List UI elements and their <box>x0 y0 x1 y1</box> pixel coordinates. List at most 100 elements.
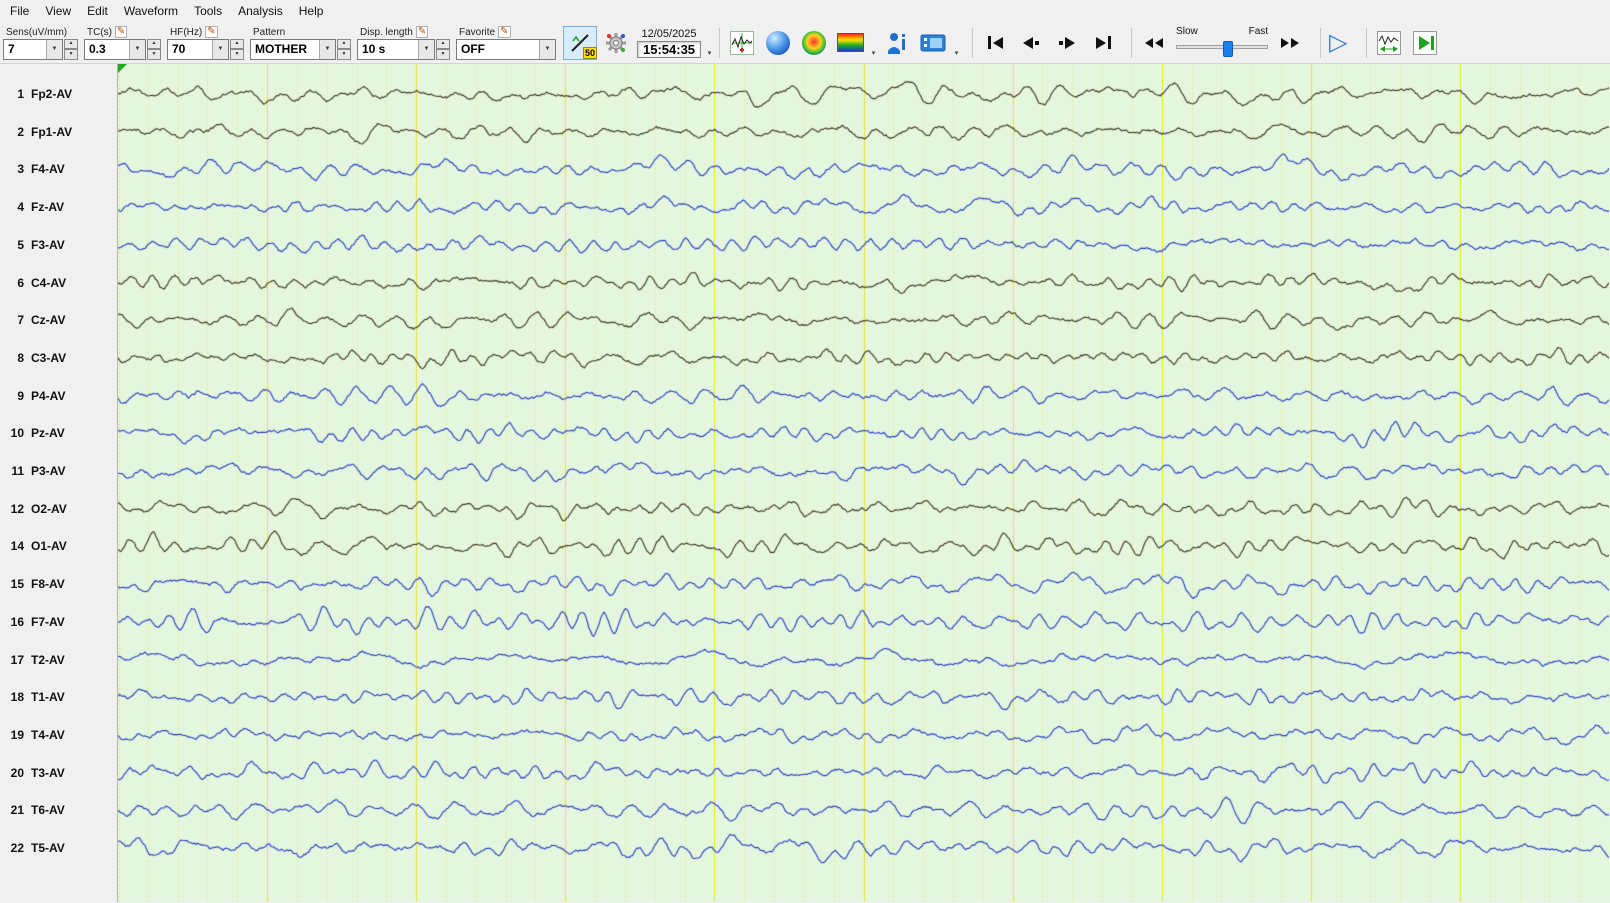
favorite-dropdown[interactable]: OFF ▼ <box>456 38 556 60</box>
tc-up-button[interactable]: ▲ <box>147 38 161 49</box>
channel-label: P3-AV <box>31 464 66 478</box>
video-dropdown-button[interactable]: ▾ <box>951 26 962 60</box>
pattern-up-button[interactable]: ▲ <box>337 38 351 49</box>
channel-label-row[interactable]: 10 Pz-AV <box>0 424 117 442</box>
channel-label-row[interactable]: 2 Fp1-AV <box>0 123 117 141</box>
play-button[interactable]: ▷ <box>1325 28 1351 56</box>
pattern-dropdown[interactable]: MOTHER ▼ <box>250 38 336 60</box>
channel-label-row[interactable]: 14 O1-AV <box>0 537 117 555</box>
current-time: 15:54:35 <box>637 40 702 58</box>
pencil-edit-icon[interactable]: ✎ <box>115 26 128 38</box>
channel-label-row[interactable]: 7 Cz-AV <box>0 311 117 329</box>
map-dropdown-button[interactable]: ▾ <box>868 26 879 60</box>
channel-label-row[interactable]: 5 F3-AV <box>0 236 117 254</box>
channel-label-row[interactable]: 8 C3-AV <box>0 349 117 367</box>
tc-value: 0.3 <box>89 41 106 56</box>
channel-label-row[interactable]: 20 T3-AV <box>0 764 117 782</box>
display-length-dropdown[interactable]: 10 s ▼ <box>357 38 435 60</box>
chevron-down-icon[interactable]: ▼ <box>46 39 62 59</box>
channel-label-row[interactable]: 4 Fz-AV <box>0 198 117 216</box>
channel-label-row[interactable]: 6 C4-AV <box>0 274 117 292</box>
channel-label-row[interactable]: 16 F7-AV <box>0 613 117 631</box>
chevron-down-icon[interactable]: ▼ <box>319 39 335 59</box>
channel-label-row[interactable]: 15 F8-AV <box>0 575 117 593</box>
speed-slider[interactable]: Slow Fast <box>1176 26 1269 60</box>
toolbar-separator <box>1131 27 1133 58</box>
rewind-icon <box>1155 37 1164 48</box>
tc-down-button[interactable]: ▼ <box>147 49 161 60</box>
page-marker-icon <box>118 64 127 73</box>
sensitivity-down-button[interactable]: ▼ <box>64 49 78 60</box>
menu-file[interactable]: File <box>2 1 37 21</box>
pattern-down-button[interactable]: ▼ <box>337 49 351 60</box>
go-last-icon <box>1095 36 1106 49</box>
fast-forward-button[interactable] <box>1272 29 1308 57</box>
rewind-button[interactable] <box>1136 29 1172 57</box>
channel-number: 14 <box>10 539 24 554</box>
channel-label-row[interactable]: 21 T6-AV <box>0 801 117 819</box>
channel-number: 4 <box>17 200 24 215</box>
channel-label-row[interactable]: 1 Fp2-AV <box>0 85 117 103</box>
spectrogram-button[interactable] <box>833 26 867 60</box>
topography-button[interactable] <box>797 26 831 60</box>
channel-label-row[interactable]: 9 P4-AV <box>0 387 117 405</box>
channel-label-row[interactable]: 17 T2-AV <box>0 651 117 669</box>
channel-label-row[interactable]: 19 T4-AV <box>0 726 117 744</box>
notch-filter-button[interactable]: 50 <box>563 25 597 60</box>
patient-info-button[interactable] <box>880 26 914 60</box>
step-forward-icon <box>1065 36 1076 49</box>
hf-down-button[interactable]: ▼ <box>230 49 244 60</box>
sensitivity-up-button[interactable]: ▲ <box>64 38 78 49</box>
channel-label-row[interactable]: 3 F4-AV <box>0 160 117 178</box>
auto-advance-button[interactable] <box>1408 26 1442 60</box>
step-back-button[interactable] <box>1013 29 1049 57</box>
video-button[interactable] <box>916 26 950 60</box>
channel-label-row[interactable]: 22 T5-AV <box>0 839 117 857</box>
auto-advance-play-icon <box>1412 30 1437 55</box>
go-first-button[interactable] <box>977 29 1013 57</box>
pencil-edit-icon[interactable]: ✎ <box>205 26 218 38</box>
speed-slider-handle[interactable] <box>1222 40 1233 57</box>
waveform-overlay-icon <box>1376 30 1401 55</box>
channel-label: Fp1-AV <box>31 124 73 139</box>
menu-help[interactable]: Help <box>291 1 332 21</box>
chevron-down-icon[interactable]: ▼ <box>539 39 555 59</box>
pencil-edit-icon[interactable]: ✎ <box>498 26 511 38</box>
display-length-down-button[interactable]: ▼ <box>436 49 450 60</box>
sensitivity-dropdown[interactable]: 7 ▼ <box>3 38 63 60</box>
step-forward-button[interactable] <box>1049 29 1085 57</box>
channel-label-row[interactable]: 11 P3-AV <box>0 462 117 480</box>
chevron-down-icon[interactable]: ▼ <box>129 39 145 59</box>
channel-number: 1 <box>17 87 24 101</box>
channel-number: 16 <box>10 614 24 629</box>
menu-analysis[interactable]: Analysis <box>230 1 291 21</box>
menu-waveform[interactable]: Waveform <box>116 1 186 21</box>
hf-dropdown[interactable]: 70 ▼ <box>167 38 229 60</box>
play-icon: ▷ <box>1329 28 1348 56</box>
waveform-overlay-button[interactable] <box>1372 26 1406 60</box>
chevron-down-icon[interactable]: ▼ <box>418 39 434 59</box>
menu-tools[interactable]: Tools <box>186 1 230 21</box>
go-last-button[interactable] <box>1085 29 1121 57</box>
chevron-down-icon[interactable]: ▼ <box>212 39 228 59</box>
display-length-up-button[interactable]: ▲ <box>436 38 450 49</box>
datetime-dropdown-button[interactable]: ▾ <box>704 26 715 60</box>
channel-number: 2 <box>17 124 24 139</box>
channel-label: T6-AV <box>31 803 65 818</box>
sensitivity-value: 7 <box>8 41 15 56</box>
menu-view[interactable]: View <box>37 1 79 21</box>
tc-dropdown[interactable]: 0.3 ▼ <box>84 38 146 60</box>
step-back-icon <box>1023 36 1034 49</box>
pencil-edit-icon[interactable]: ✎ <box>415 26 429 38</box>
trend-graph-button[interactable] <box>725 26 759 60</box>
eeg-canvas[interactable] <box>118 64 1609 902</box>
rewind-icon <box>1145 37 1154 48</box>
channel-number: 20 <box>10 765 24 780</box>
electrode-settings-button[interactable] <box>599 26 633 60</box>
channel-label-row[interactable]: 18 T1-AV <box>0 688 117 706</box>
hf-up-button[interactable]: ▲ <box>230 38 244 49</box>
toolbar: Sens(uV/mm) 7 ▼ ▲ ▼ TC(s) ✎ 0.3 ▼ ▲ ▼ HF… <box>0 22 1610 64</box>
head-map-button[interactable] <box>761 26 795 60</box>
channel-label-row[interactable]: 12 O2-AV <box>0 500 117 518</box>
menu-edit[interactable]: Edit <box>79 1 116 21</box>
